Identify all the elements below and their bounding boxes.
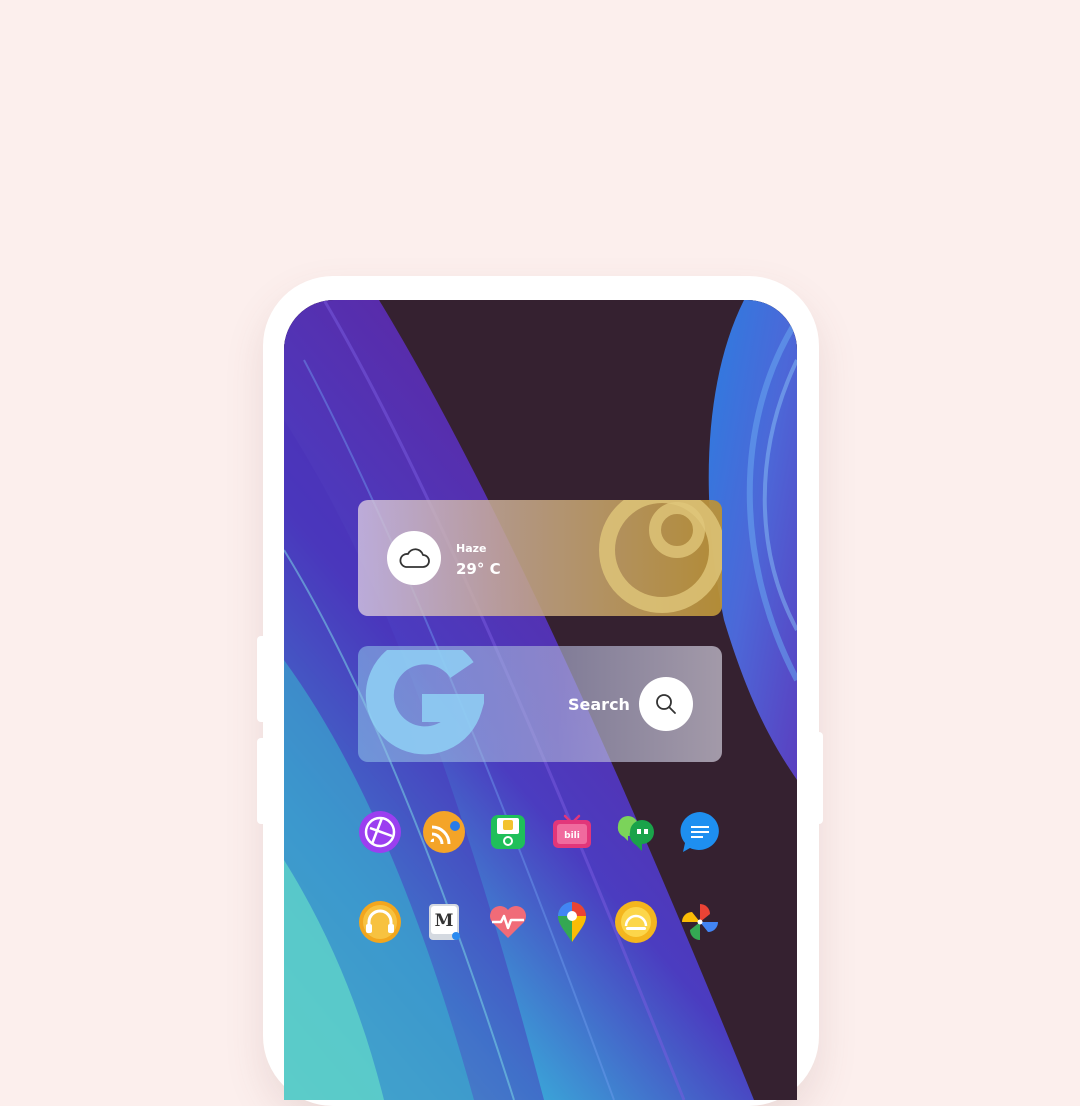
- search-button[interactable]: [639, 677, 693, 731]
- cloud-icon: [387, 531, 441, 585]
- search-label: Search: [568, 695, 630, 714]
- headphones-icon[interactable]: [358, 900, 402, 944]
- side-button-right: [813, 732, 823, 824]
- svg-text:M: M: [435, 911, 454, 931]
- messenger-icon[interactable]: [678, 810, 722, 854]
- weather-widget[interactable]: Haze 29° C: [358, 500, 722, 616]
- money-icon[interactable]: [486, 810, 530, 854]
- search-icon: [656, 694, 676, 714]
- weather-sun-icon[interactable]: [614, 900, 658, 944]
- weather-temperature: 29° C: [456, 560, 501, 578]
- heart-rate-icon[interactable]: [486, 900, 530, 944]
- power-button: [257, 738, 267, 824]
- google-search-widget[interactable]: Search: [358, 646, 722, 762]
- weather-condition: Haze: [456, 542, 487, 555]
- google-g-logo: [365, 650, 484, 755]
- volume-button: [257, 636, 267, 722]
- app-row-2: M: [358, 900, 722, 944]
- medium-icon[interactable]: M: [422, 900, 466, 944]
- browser-icon[interactable]: [358, 810, 402, 854]
- home-screen: Haze 29° C Search bili M: [284, 300, 797, 1100]
- hangouts-icon[interactable]: [614, 810, 658, 854]
- weather-decoration: [599, 500, 722, 613]
- maps-icon[interactable]: [550, 900, 594, 944]
- cast-icon[interactable]: [422, 810, 466, 854]
- app-row-1: bili: [358, 810, 722, 854]
- bilibili-icon[interactable]: bili: [550, 810, 594, 854]
- pinwheel-icon[interactable]: [678, 900, 722, 944]
- svg-text:bili: bili: [564, 831, 580, 841]
